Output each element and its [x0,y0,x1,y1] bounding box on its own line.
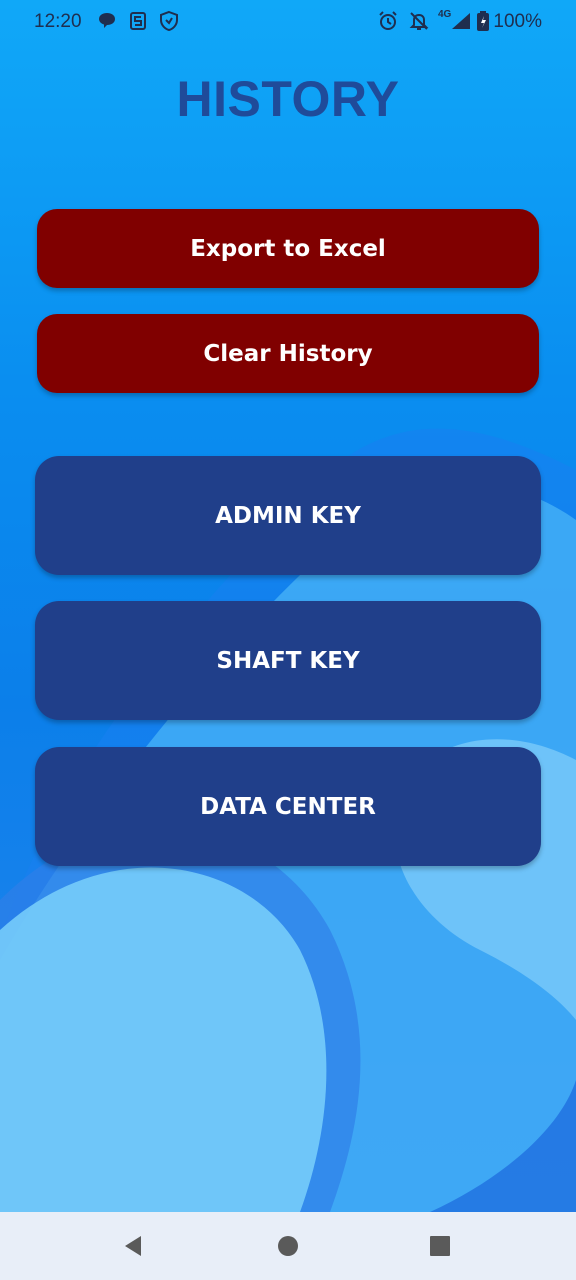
shaft-key-button[interactable]: SHAFT KEY [35,601,541,720]
battery-percent: 100% [493,11,542,32]
data-center-button[interactable]: DATA CENTER [35,747,541,866]
s-app-icon [128,10,150,32]
chat-bubble-icon [96,10,118,32]
clear-history-button[interactable]: Clear History [37,314,539,393]
recents-button[interactable] [400,1212,480,1280]
navigation-bar [0,1212,576,1280]
page-title: HISTORY [176,71,400,127]
admin-key-button[interactable]: ADMIN KEY [35,456,541,575]
shield-icon [158,10,180,32]
alarm-icon [377,10,399,32]
battery-icon [476,10,490,32]
status-time: 12:20 [34,11,82,32]
back-icon [125,1236,141,1256]
home-button[interactable] [248,1212,328,1280]
back-button[interactable] [93,1212,173,1280]
recents-icon [430,1236,450,1256]
notifications-off-icon [408,10,430,32]
home-icon [278,1236,298,1256]
status-bar: 12:20 4G 100% [0,0,576,44]
screen: 12:20 4G 100% HISTORY Export to Excel Cl… [0,0,576,1280]
export-to-excel-button[interactable]: Export to Excel [37,209,539,288]
signal-icon [450,10,472,32]
